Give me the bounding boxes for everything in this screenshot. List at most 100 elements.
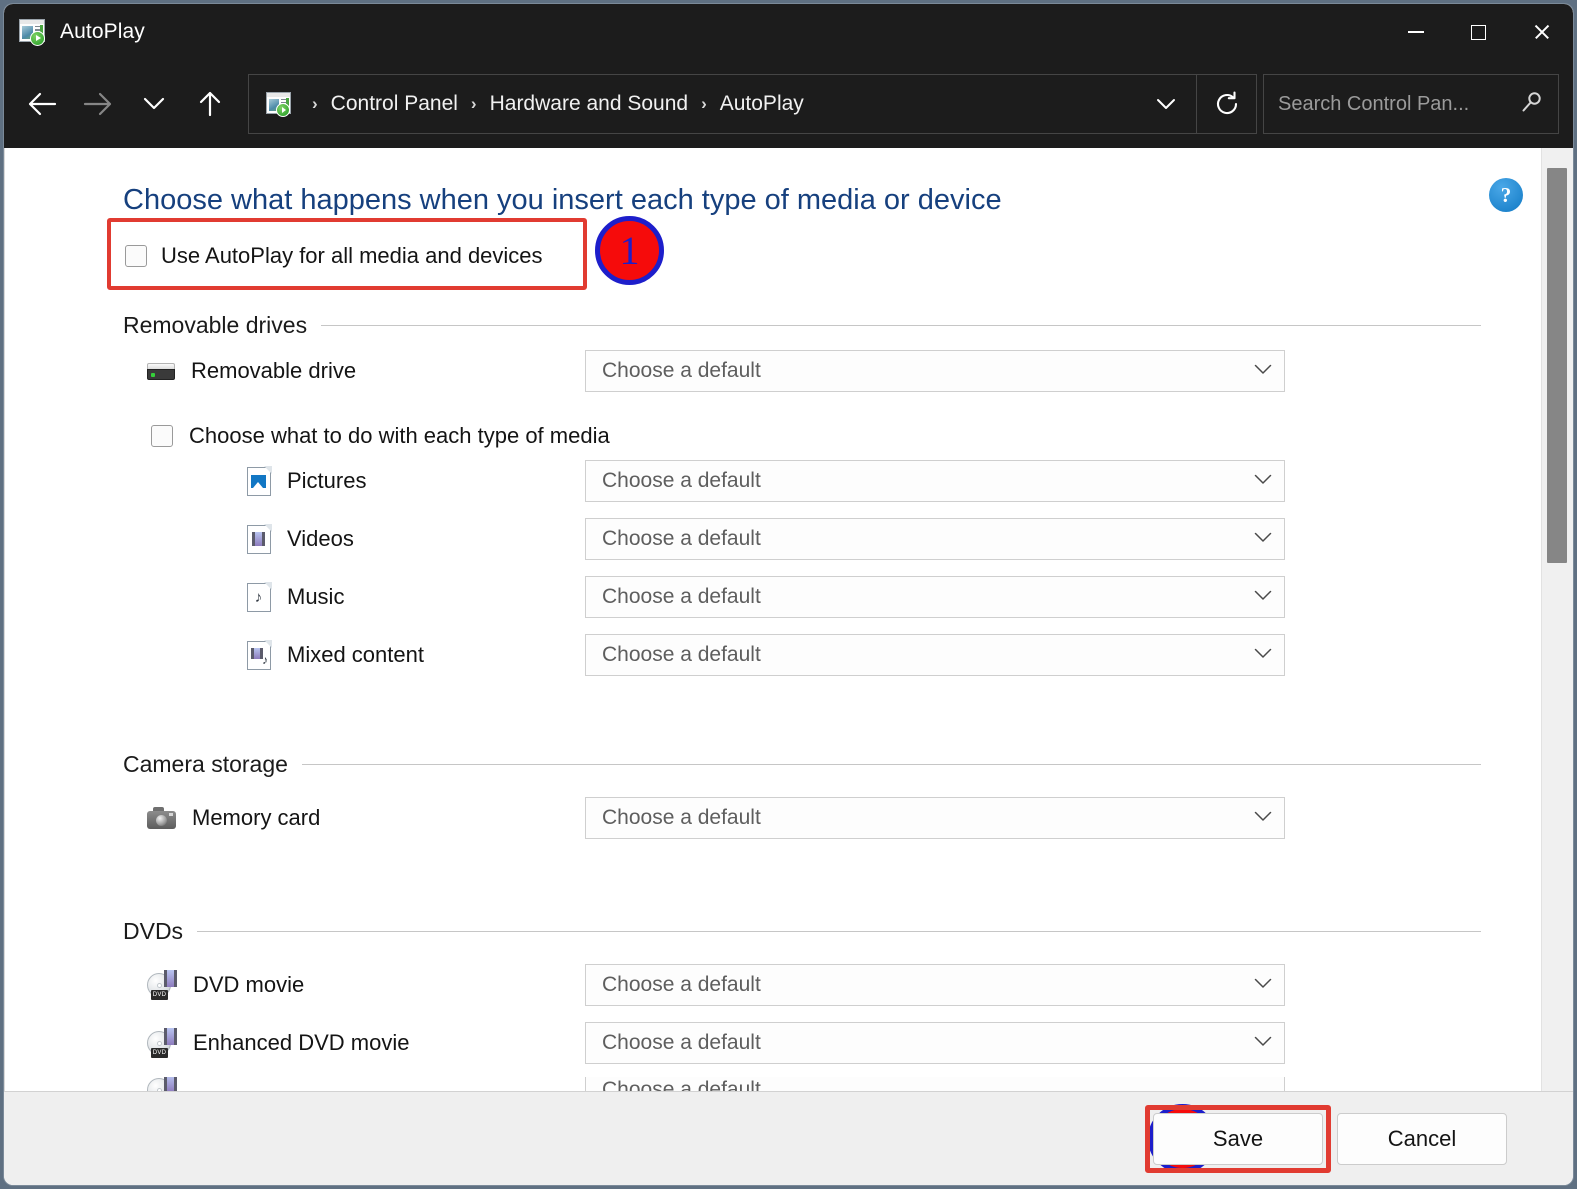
dropdown-value: Choose a default (602, 585, 761, 608)
help-icon[interactable]: ? (1489, 178, 1523, 212)
row-label: Removable drive (123, 358, 585, 384)
videos-file-icon (247, 523, 272, 554)
dropdown-value: Choose a default (602, 469, 761, 492)
section-divider (301, 764, 1481, 765)
dvd-tag-label: DVD (151, 1048, 168, 1058)
close-icon (1533, 23, 1551, 41)
row-text: Videos (287, 526, 354, 551)
recent-locations-button[interactable] (126, 76, 182, 132)
row-label: DVD Enhanced DVD movie (123, 1028, 585, 1058)
row-pictures: Pictures Choose a default (123, 455, 1481, 507)
dropdown-value: Choose a default (602, 806, 761, 829)
use-autoplay-label: Use AutoPlay for all media and devices (161, 243, 543, 268)
dropdown-enhanced-dvd-movie[interactable]: Choose a default (585, 1022, 1285, 1064)
row-dvd-movie: DVD DVD movie Choose a default (123, 959, 1481, 1011)
content-area: ? Choose what happens when you insert ea… (4, 148, 1573, 1091)
chevron-down-icon (1254, 530, 1272, 548)
back-button[interactable] (14, 76, 70, 132)
pictures-file-icon (247, 465, 272, 496)
row-label: DVD DVD movie (123, 970, 585, 1000)
refresh-button[interactable] (1197, 74, 1257, 134)
forward-arrow-icon (83, 92, 112, 116)
search-box[interactable]: Search Control Pan... (1263, 74, 1559, 134)
dropdown-value: Choose a default (602, 1031, 761, 1054)
breadcrumb-item-autoplay[interactable]: AutoPlay (720, 92, 804, 116)
settings-panel: ? Choose what happens when you insert ea… (5, 148, 1541, 1091)
row-text: Memory card (192, 805, 321, 830)
row-text: Pictures (287, 468, 367, 493)
music-file-icon: ♪ (247, 581, 272, 612)
dvd-tag-label: DVD (151, 990, 168, 1000)
row-label: ♪ Music (123, 581, 585, 612)
section-camera-storage: Camera storage Memory card Choose a defa… (123, 751, 1481, 844)
vertical-scrollbar[interactable] (1541, 148, 1573, 1091)
breadcrumb-item-control-panel[interactable]: Control Panel (331, 92, 458, 116)
use-autoplay-checkbox[interactable] (125, 245, 147, 267)
up-button[interactable] (182, 76, 238, 132)
row-memory-card: Memory card Choose a default (123, 792, 1481, 844)
maximize-button[interactable] (1447, 4, 1510, 60)
maximize-icon (1471, 24, 1486, 40)
choose-each-type-checkbox[interactable] (151, 425, 173, 447)
use-autoplay-checkbox-row[interactable]: Use AutoPlay for all media and devices 1 (107, 216, 664, 290)
save-button[interactable]: Save (1153, 1112, 1323, 1165)
cancel-button[interactable]: Cancel (1337, 1112, 1507, 1165)
dvd-icon: DVD (147, 970, 177, 1000)
navigation-bar: › Control Panel › Hardware and Sound › A… (4, 60, 1573, 148)
chevron-down-icon (1254, 809, 1272, 827)
minimize-button[interactable] (1384, 4, 1447, 60)
row-clipped: Choose a default (123, 1077, 1481, 1091)
row-label: ♪ Mixed content (123, 639, 585, 670)
dvd-icon: DVD (147, 1028, 177, 1058)
search-icon (1520, 90, 1544, 119)
previous-locations-button[interactable] (1144, 82, 1188, 126)
dropdown-dvd-movie[interactable]: Choose a default (585, 964, 1285, 1006)
scrollbar-thumb[interactable] (1547, 168, 1567, 563)
dropdown-removable-drive[interactable]: Choose a default (585, 350, 1285, 392)
dropdown-value: Choose a default (602, 1078, 761, 1091)
footer-bar: 2 Save Cancel (4, 1091, 1573, 1185)
breadcrumb-separator: › (470, 94, 477, 113)
scroll-viewport: ? Choose what happens when you insert ea… (5, 148, 1541, 1091)
row-music: ♪ Music Choose a default (123, 571, 1481, 623)
row-label: Pictures (123, 465, 585, 496)
autoplay-icon (18, 18, 48, 46)
section-title-camera-storage: Camera storage (123, 751, 288, 777)
chevron-down-icon (1254, 472, 1272, 490)
annotation-badge-1: 1 (595, 216, 664, 285)
window-controls (1384, 4, 1573, 60)
row-text: DVD movie (193, 972, 305, 997)
dropdown-mixed-content[interactable]: Choose a default (585, 634, 1285, 676)
chevron-down-icon (1157, 99, 1175, 109)
dropdown-clipped[interactable]: Choose a default (585, 1077, 1285, 1091)
removable-drive-icon (147, 362, 175, 380)
breadcrumb-item-hardware-and-sound[interactable]: Hardware and Sound (490, 92, 688, 116)
dropdown-videos[interactable]: Choose a default (585, 518, 1285, 560)
minimize-icon (1407, 31, 1424, 33)
row-label: Memory card (123, 805, 585, 831)
window-title: AutoPlay (60, 20, 145, 43)
save-button-wrapper: Save (1145, 1104, 1331, 1173)
dropdown-memory-card[interactable]: Choose a default (585, 797, 1285, 839)
row-text: Mixed content (287, 642, 424, 667)
dropdown-value: Choose a default (602, 359, 761, 382)
row-text: Music (287, 584, 345, 609)
section-divider (197, 931, 1481, 932)
refresh-icon (1216, 91, 1237, 115)
section-header: Camera storage (123, 751, 1481, 778)
breadcrumb-separator: › (701, 94, 707, 113)
forward-button[interactable] (70, 76, 126, 132)
row-enhanced-dvd-movie: DVD Enhanced DVD movie Choose a default (123, 1017, 1481, 1069)
choose-each-type-checkbox-row[interactable]: Choose what to do with each type of medi… (123, 423, 1481, 449)
breadcrumb-separator: › (312, 94, 318, 113)
dropdown-music[interactable]: Choose a default (585, 576, 1285, 618)
mixed-content-file-icon: ♪ (247, 639, 272, 670)
title-bar: AutoPlay (4, 4, 1573, 60)
section-divider (321, 325, 1481, 326)
search-input[interactable]: Search Control Pan... (1278, 93, 1520, 116)
breadcrumb[interactable]: › Control Panel › Hardware and Sound › A… (248, 74, 1197, 134)
chevron-down-icon (1254, 646, 1272, 664)
title-bar-left: AutoPlay (4, 18, 145, 46)
close-button[interactable] (1510, 4, 1573, 60)
dropdown-pictures[interactable]: Choose a default (585, 460, 1285, 502)
